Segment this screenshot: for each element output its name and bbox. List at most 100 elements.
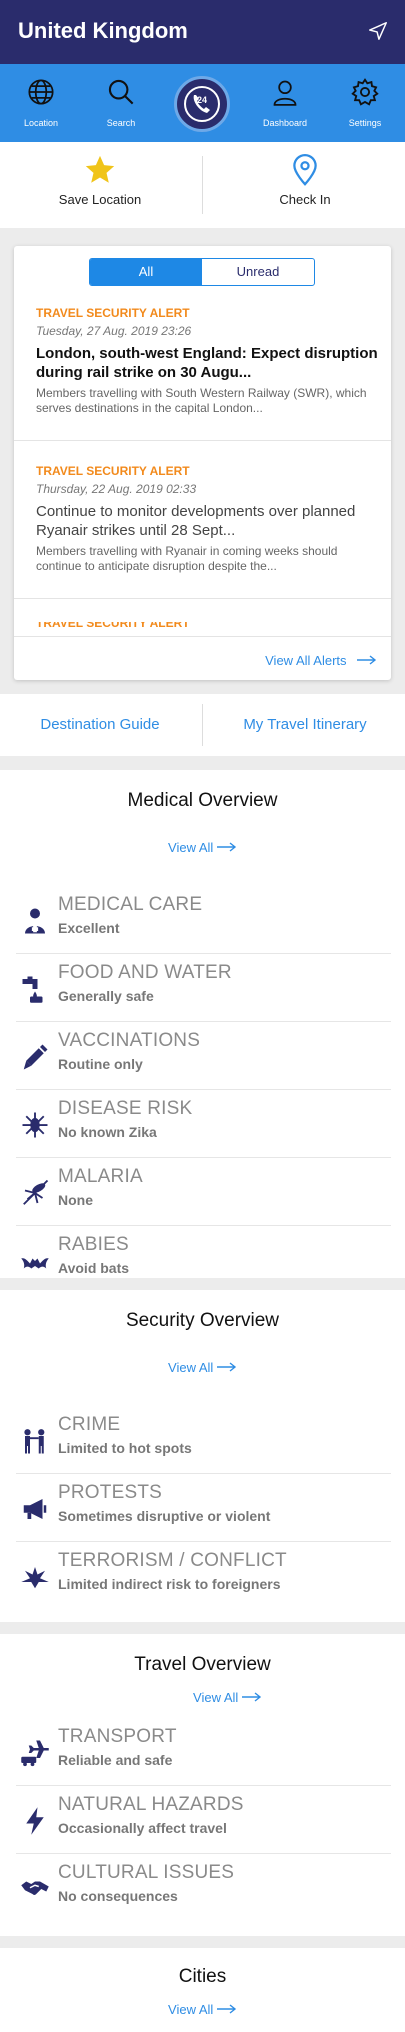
medical-care-row[interactable]: MEDICAL CARE Excellent <box>0 886 405 954</box>
nav-dashboard[interactable]: Dashboard <box>250 64 320 142</box>
star-icon <box>85 155 115 183</box>
handshake-icon <box>21 1881 49 1895</box>
location-arrow-icon[interactable] <box>367 20 389 42</box>
tab-all[interactable]: All <box>90 259 202 285</box>
row-value: Limited to hot spots <box>58 1440 192 1456</box>
row-value: None <box>58 1192 93 1208</box>
alert-kind: TRAVEL SECURITY ALERT <box>36 464 190 478</box>
virus-icon <box>22 1112 48 1138</box>
tab-unread[interactable]: Unread <box>202 259 314 285</box>
alert-date: Tuesday, 27 Aug. 2019 23:26 <box>36 324 192 338</box>
divider <box>14 440 391 441</box>
row-title: NATURAL HAZARDS <box>58 1794 244 1815</box>
save-location-button[interactable]: Save Location <box>0 152 200 207</box>
emergency-24h-text: 24 <box>197 95 207 105</box>
globe-icon <box>28 79 54 105</box>
cultural-issues-row[interactable]: CULTURAL ISSUES No consequences <box>0 1854 405 1922</box>
nav-location[interactable]: Location <box>6 64 76 142</box>
view-all-label: View All <box>168 840 214 855</box>
section-title: Travel Overview <box>134 1654 271 1675</box>
row-value: Reliable and safe <box>58 1752 173 1768</box>
divider <box>202 704 203 746</box>
doctor-icon <box>25 908 45 934</box>
security-view-all-link[interactable]: View All <box>0 1360 405 1375</box>
alert-title: London, south-west England: Expect disru… <box>36 345 378 381</box>
divider <box>14 598 391 599</box>
nav-search-label: Search <box>106 118 136 128</box>
row-title: TRANSPORT <box>58 1726 177 1747</box>
crime-icon <box>24 1429 45 1454</box>
terrorism-conflict-row[interactable]: TERRORISM / CONFLICT Limited indirect ri… <box>0 1542 405 1610</box>
protests-row[interactable]: PROTESTS Sometimes disruptive or violent <box>0 1474 405 1542</box>
nav-search[interactable]: Search <box>86 64 156 142</box>
rabies-row[interactable]: RABIES Avoid bats <box>0 1226 405 1278</box>
nav-settings[interactable]: Settings <box>330 64 400 142</box>
row-title: CRIME <box>58 1414 121 1435</box>
medical-view-all-link[interactable]: View All <box>0 840 405 855</box>
alert-filter-toggle: All Unread <box>89 258 315 286</box>
natural-hazards-row[interactable]: NATURAL HAZARDS Occasionally affect trav… <box>0 1786 405 1854</box>
divider <box>202 156 203 214</box>
row-value: Excellent <box>58 920 120 936</box>
row-title: FOOD AND WATER <box>58 962 232 983</box>
section-title: Medical Overview <box>127 790 278 811</box>
nav-location-label: Location <box>23 118 59 128</box>
travel-itinerary-link[interactable]: My Travel Itinerary <box>205 716 405 733</box>
map-pin-icon <box>293 154 317 186</box>
cities-section: Cities View All <box>0 1948 405 2032</box>
section-title: Cities <box>178 1966 227 1987</box>
save-location-label: Save Location <box>58 192 142 207</box>
transport-icon <box>21 1740 49 1767</box>
alert-item[interactable]: TRAVEL SECURITY ALERT <box>36 622 381 630</box>
destination-guide-link[interactable]: Destination Guide <box>0 716 200 733</box>
top-bar: United Kingdom <box>0 0 405 64</box>
section-title: Security Overview <box>125 1310 280 1331</box>
view-all-alerts-link[interactable]: View All Alerts <box>265 652 377 670</box>
row-value: No consequences <box>58 1888 178 1904</box>
row-title: PROTESTS <box>58 1482 163 1503</box>
alert-item[interactable]: TRAVEL SECURITY ALERT Tuesday, 27 Aug. 2… <box>36 306 381 416</box>
medical-overview-section: Medical Overview View All MEDICAL CARE E… <box>0 770 405 1278</box>
arrow-right-icon <box>241 1692 262 1702</box>
alert-summary: Members travelling with Ryanair in comin… <box>36 544 338 573</box>
arrow-right-icon <box>216 842 237 852</box>
alerts-card: All Unread TRAVEL SECURITY ALERT Tuesday… <box>14 246 391 680</box>
megaphone-icon <box>23 1499 47 1519</box>
view-all-label: View All <box>168 2002 214 2017</box>
alert-summary: Members travelling with South Western Ra… <box>36 386 367 415</box>
malaria-row[interactable]: MALARIA None <box>0 1158 405 1226</box>
page-title: United Kingdom <box>18 18 188 43</box>
travel-overview-section: Travel Overview View All TRANSPORT Relia… <box>0 1634 405 1936</box>
divider <box>14 636 391 637</box>
crime-row[interactable]: CRIME Limited to hot spots <box>0 1406 405 1474</box>
vaccinations-row[interactable]: VACCINATIONS Routine only <box>0 1022 405 1090</box>
row-title: CULTURAL ISSUES <box>58 1862 235 1883</box>
row-value: Occasionally affect travel <box>58 1820 227 1836</box>
tap-water-icon <box>22 976 43 1003</box>
emergency-24h-button[interactable]: 24 <box>174 76 230 132</box>
lightning-icon <box>26 1807 44 1835</box>
bat-icon <box>21 1258 49 1269</box>
nav-dashboard-label: Dashboard <box>262 118 308 128</box>
disease-risk-row[interactable]: DISEASE RISK No known Zika <box>0 1090 405 1158</box>
24h-phone-icon: 24 <box>184 86 220 122</box>
cities-view-all-link[interactable]: View All <box>0 2002 405 2017</box>
row-title: VACCINATIONS <box>58 1030 201 1051</box>
transport-row[interactable]: TRANSPORT Reliable and safe <box>0 1718 405 1786</box>
arrow-right-icon <box>216 1362 237 1372</box>
row-value: Sometimes disruptive or violent <box>58 1508 271 1524</box>
alert-date: Thursday, 22 Aug. 2019 02:33 <box>36 482 197 496</box>
arrow-right-icon <box>216 2004 237 2014</box>
alert-kind: TRAVEL SECURITY ALERT <box>36 622 190 630</box>
explosion-icon <box>21 1567 49 1589</box>
arrow-right-icon <box>357 655 377 665</box>
view-all-alerts-label: View All Alerts <box>265 653 347 668</box>
alert-item[interactable]: TRAVEL SECURITY ALERT Thursday, 22 Aug. … <box>36 464 381 574</box>
travel-view-all-link[interactable]: View All <box>0 1690 405 1705</box>
food-water-row[interactable]: FOOD AND WATER Generally safe <box>0 954 405 1022</box>
view-all-label: View All <box>193 1690 239 1705</box>
gear-icon <box>351 78 379 106</box>
guide-links: Destination Guide My Travel Itinerary <box>0 694 405 756</box>
row-value: Routine only <box>58 1056 143 1072</box>
check-in-button[interactable]: Check In <box>205 152 405 207</box>
